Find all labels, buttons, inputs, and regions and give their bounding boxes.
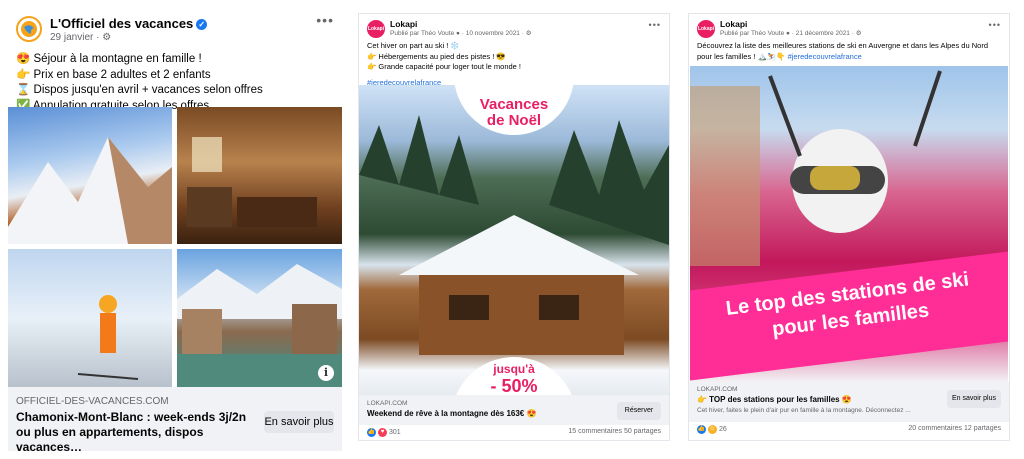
reactions-summary[interactable]: 👍 ♥ 301 [367, 428, 401, 437]
link-domain: LOKAPI.COM [367, 400, 408, 407]
discount-badge: jusqu'à - 50% [451, 357, 577, 395]
badge-line: Vacances [479, 96, 549, 113]
post-date[interactable]: 29 janvier · ⚙ [50, 32, 111, 43]
link-domain: LOKAPI.COM [697, 386, 738, 393]
link-preview[interactable]: LOKAPI.COM 👉 TOP des stations pour les f… [689, 382, 1009, 422]
mountain-illustration [8, 137, 172, 244]
post-meta: Publié par Théo Voute ● · 21 décembre 20… [720, 30, 862, 37]
photo-mountain-peaks[interactable] [8, 107, 172, 244]
learn-more-button[interactable]: En savoir plus [264, 411, 334, 433]
post-text: Cet hiver on part au ski ! ❄️ 👉 Hébergem… [367, 41, 521, 88]
link-title[interactable]: Weekend de rêve à la montagne dès 163€ 😍 [367, 409, 536, 418]
town-illustration [177, 264, 342, 387]
reaction-count: 26 [719, 426, 727, 433]
verified-badge-icon: ✓ [196, 19, 208, 30]
more-options-button[interactable]: ••• [989, 20, 1001, 30]
comments-count[interactable]: 20 commentaires [908, 425, 962, 432]
post-text: 😍 Séjour à la montagne en famille ! 👉 Pr… [16, 52, 263, 114]
post-text-line: 😍 Séjour à la montagne en famille ! [16, 53, 202, 65]
like-reaction-icon: 👍 [367, 428, 376, 437]
page-avatar-logo[interactable] [16, 16, 42, 42]
link-domain: OFFICIEL-DES-VACANCES.COM [16, 396, 169, 407]
engagement-counts: 20 commentaires 12 partages [908, 425, 1001, 432]
discount-prefix: jusqu'à [493, 362, 535, 376]
like-reaction-icon: 👍 [697, 425, 706, 434]
reserve-button[interactable]: Réserver [617, 402, 661, 420]
photo-snowy-chalet[interactable]: Vacances de Noël jusqu'à - 50% [359, 85, 669, 395]
chalet-interior-illustration [187, 137, 317, 227]
page-name[interactable]: L'Officiel des vacances ✓ [50, 16, 208, 31]
ad-post-lokapi-top-stations: Lokapi Lokapi Publié par Théo Voute ● · … [689, 14, 1009, 440]
link-title[interactable]: 👉 TOP des stations pour les familles 😍 [697, 395, 852, 404]
post-text-line: ⌛ Dispos jusqu'en avril + vacances selon… [16, 84, 263, 96]
photo-skier[interactable] [8, 249, 172, 387]
ad-post-officiel-des-vacances: L'Officiel des vacances ✓ 29 janvier · ⚙ … [6, 8, 342, 451]
more-options-button[interactable]: ••• [316, 12, 334, 28]
link-preview[interactable]: LOKAPI.COM Weekend de rêve à la montagne… [359, 395, 669, 425]
care-reaction-icon: ☺ [708, 425, 717, 434]
info-icon[interactable]: i [318, 365, 334, 381]
photo-child-skier[interactable]: Le top des stations de ski pour les fami… [690, 66, 1008, 382]
page-avatar[interactable]: Lokapi [697, 20, 715, 38]
page-avatar[interactable]: Lokapi [367, 20, 385, 38]
more-options-button[interactable]: ••• [649, 20, 661, 30]
post-text-line: 👉 Prix en base 2 adultes et 2 enfants [16, 68, 211, 81]
discount-value: - 50% [490, 376, 538, 395]
reactions-summary[interactable]: 👍 ☺ 26 [697, 425, 727, 434]
post-text-line: 👉 Grande capacité pour loger tout le mon… [367, 62, 522, 71]
reaction-count: 301 [389, 429, 401, 436]
shares-count[interactable]: 12 partages [964, 425, 1001, 432]
hashtag-link[interactable]: #jeredecouvrelafrance [788, 52, 862, 61]
page-name[interactable]: Lokapi [390, 19, 417, 29]
photo-chamonix-town[interactable]: i [177, 249, 342, 387]
page-name[interactable]: Lokapi [720, 19, 747, 29]
learn-more-button[interactable]: En savoir plus [947, 390, 1001, 408]
skier-illustration [77, 295, 139, 380]
link-description: Cet hiver, faites le plein d'air pur en … [697, 407, 911, 414]
post-text-line: 👉 Hébergements au pied des pistes ! 😎 [367, 51, 506, 61]
photo-chalet-interior[interactable] [177, 107, 342, 244]
globe-icon [21, 21, 37, 37]
vacances-de-noel-badge: Vacances de Noël [454, 85, 574, 135]
post-text-line: Cet hiver on part au ski ! ❄️ [367, 41, 460, 50]
post-meta: Publié par Théo Voute ● · 10 novembre 20… [390, 30, 532, 37]
badge-line: de Noël [486, 112, 542, 129]
comments-count[interactable]: 15 commentaires [568, 428, 622, 435]
engagement-counts: 15 commentaires 50 partages [568, 428, 661, 435]
post-text: Découvrez la liste des meilleures statio… [697, 41, 1003, 62]
link-title[interactable]: Chamonix-Mont-Blanc : week-ends 3j/2n ou… [16, 410, 256, 451]
shares-count[interactable]: 50 partages [624, 428, 661, 435]
love-reaction-icon: ♥ [378, 428, 387, 437]
link-preview[interactable]: OFFICIEL-DES-VACANCES.COM Chamonix-Mont-… [8, 387, 342, 451]
ad-post-lokapi-noel: Lokapi Lokapi Publié par Théo Voute ● · … [359, 14, 669, 440]
